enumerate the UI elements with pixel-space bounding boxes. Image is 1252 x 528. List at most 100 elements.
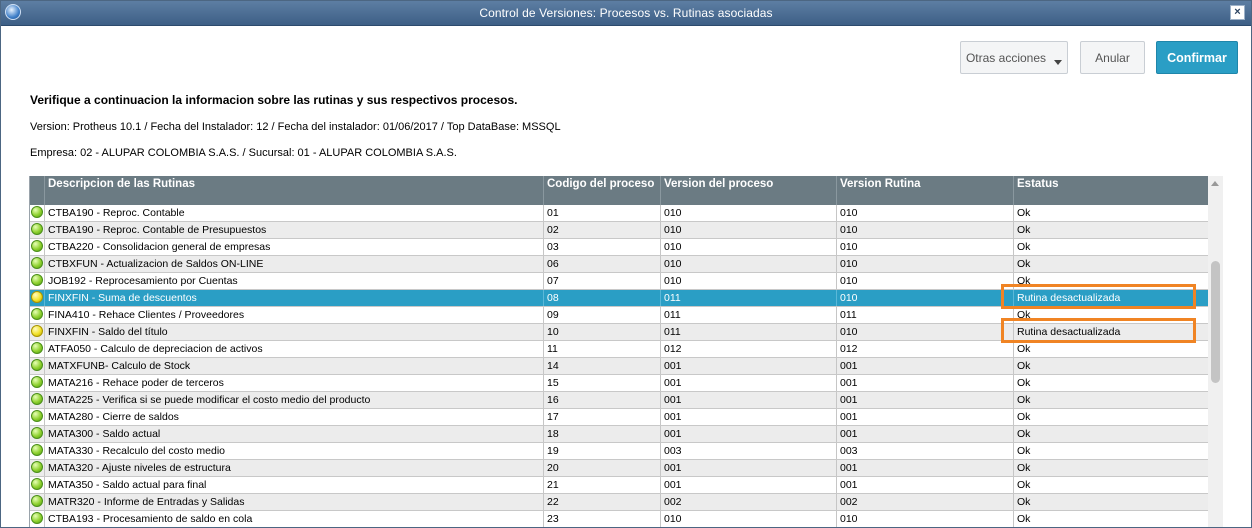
descripcion-cell: MATXFUNB- Calculo de Stock	[44, 358, 543, 374]
table-row[interactable]: MATR320 - Informe de Entradas y Salidas 2…	[30, 494, 1209, 511]
table-row[interactable]: CTBA190 - Reproc. Contable de Presupuest…	[30, 222, 1209, 239]
table-row[interactable]: MATA300 - Saldo actual 18 001 001 Ok	[30, 426, 1209, 443]
version-proceso-cell: 001	[660, 392, 836, 408]
green-status-dot-icon	[31, 393, 43, 405]
table-row[interactable]: MATA320 - Ajuste niveles de estructura 20…	[30, 460, 1209, 477]
status-cell	[30, 307, 44, 323]
table-row[interactable]: MATA350 - Saldo actual para final 21 001 00…	[30, 477, 1209, 494]
descripcion-cell: MATA225 - Verifica si se puede modificar…	[44, 392, 543, 408]
estatus-cell: Ok	[1013, 426, 1209, 442]
header-estatus[interactable]: Estatus	[1013, 176, 1209, 205]
descripcion-cell: CTBA190 - Reproc. Contable	[44, 205, 543, 221]
version-rutina-cell: 010	[836, 239, 1013, 255]
codigo-cell: 11	[543, 341, 660, 357]
table-row[interactable]: FINXFIN - Suma de descuentos 08 011 010 Ruti…	[30, 290, 1209, 307]
estatus-cell: Ok	[1013, 375, 1209, 391]
codigo-cell: 21	[543, 477, 660, 493]
estatus-cell: Ok	[1013, 341, 1209, 357]
table-row[interactable]: CTBXFUN - Actualizacion de Saldos ON-LIN…	[30, 256, 1209, 273]
green-status-dot-icon	[31, 240, 43, 252]
green-status-dot-icon	[31, 376, 43, 388]
status-cell	[30, 409, 44, 425]
version-rutina-cell: 003	[836, 443, 1013, 459]
vertical-scrollbar[interactable]	[1208, 176, 1223, 527]
estatus-cell: Ok	[1013, 222, 1209, 238]
status-cell	[30, 460, 44, 476]
status-cell	[30, 494, 44, 510]
table-row[interactable]: MATA225 - Verifica si se puede modificar…	[30, 392, 1209, 409]
header-status-icon-col[interactable]	[30, 176, 44, 205]
version-proceso-cell: 010	[660, 222, 836, 238]
descripcion-cell: MATA330 - Recalculo del costo medio	[44, 443, 543, 459]
descripcion-cell: FINXFIN - Suma de descuentos	[44, 290, 543, 306]
status-cell	[30, 443, 44, 459]
grid-body: CTBA190 - Reproc. Contable 01 010 010 Ok CTBA…	[30, 205, 1209, 527]
green-status-dot-icon	[31, 359, 43, 371]
version-rutina-cell: 010	[836, 205, 1013, 221]
window-title: Control de Versiones: Procesos vs. Rutin…	[479, 6, 773, 20]
descripcion-cell: MATA280 - Cierre de saldos	[44, 409, 543, 425]
estatus-cell: Ok	[1013, 409, 1209, 425]
codigo-cell: 22	[543, 494, 660, 510]
codigo-cell: 03	[543, 239, 660, 255]
green-status-dot-icon	[31, 444, 43, 456]
status-cell	[30, 511, 44, 527]
descripcion-cell: MATA350 - Saldo actual para final	[44, 477, 543, 493]
estatus-cell: Ok	[1013, 239, 1209, 255]
version-rutina-cell: 001	[836, 477, 1013, 493]
scroll-up-arrow-icon[interactable]	[1211, 181, 1219, 186]
header-codigo-proceso[interactable]: Codigo del proceso	[543, 176, 660, 205]
confirmar-button[interactable]: Confirmar	[1156, 41, 1238, 74]
version-proceso-cell: 001	[660, 460, 836, 476]
table-row[interactable]: CTBA193 - Procesamiento de saldo en cola…	[30, 511, 1209, 527]
status-cell	[30, 324, 44, 340]
version-rutina-cell: 011	[836, 307, 1013, 323]
codigo-cell: 06	[543, 256, 660, 272]
table-row[interactable]: JOB192 - Reprocesamiento por Cuentas 07 01…	[30, 273, 1209, 290]
status-cell	[30, 239, 44, 255]
descripcion-cell: CTBXFUN - Actualizacion de Saldos ON-LIN…	[44, 256, 543, 272]
version-proceso-cell: 011	[660, 307, 836, 323]
estatus-cell: Ok	[1013, 273, 1209, 289]
status-cell	[30, 205, 44, 221]
estatus-cell: Ok	[1013, 256, 1209, 272]
estatus-cell: Ok	[1013, 358, 1209, 374]
table-row[interactable]: FINA410 - Rehace Clientes / Proveedores 0…	[30, 307, 1209, 324]
company-info: Empresa: 02 - ALUPAR COLOMBIA S.A.S. / S…	[30, 147, 457, 159]
title-bar: Control de Versiones: Procesos vs. Rutin…	[1, 1, 1251, 26]
close-button[interactable]: ×	[1230, 5, 1245, 20]
version-rutina-cell: 010	[836, 290, 1013, 306]
table-row[interactable]: ATFA050 - Calculo de depreciacion de act…	[30, 341, 1209, 358]
codigo-cell: 15	[543, 375, 660, 391]
green-status-dot-icon	[31, 410, 43, 422]
estatus-cell: Ok	[1013, 392, 1209, 408]
codigo-cell: 17	[543, 409, 660, 425]
table-row[interactable]: CTBA190 - Reproc. Contable 01 010 010 Ok	[30, 205, 1209, 222]
anular-button[interactable]: Anular	[1080, 41, 1145, 74]
header-descripcion[interactable]: Descripcion de las Rutinas	[44, 176, 543, 205]
table-row[interactable]: MATA330 - Recalculo del costo medio 19 003…	[30, 443, 1209, 460]
version-rutina-cell: 001	[836, 375, 1013, 391]
version-rutina-cell: 001	[836, 460, 1013, 476]
scrollbar-thumb[interactable]	[1211, 261, 1220, 383]
header-version-proceso[interactable]: Version del proceso	[660, 176, 836, 205]
version-proceso-cell: 002	[660, 494, 836, 510]
action-toolbar: Otras acciones Anular Confirmar	[1, 26, 1251, 86]
codigo-cell: 01	[543, 205, 660, 221]
version-proceso-cell: 010	[660, 273, 836, 289]
version-proceso-cell: 003	[660, 443, 836, 459]
version-proceso-cell: 001	[660, 375, 836, 391]
version-proceso-cell: 010	[660, 205, 836, 221]
descripcion-cell: FINA410 - Rehace Clientes / Proveedores	[44, 307, 543, 323]
status-cell	[30, 290, 44, 306]
table-row[interactable]: CTBA220 - Consolidacion general de empre…	[30, 239, 1209, 256]
table-row[interactable]: MATA280 - Cierre de saldos 17 001 001 Ok	[30, 409, 1209, 426]
header-version-rutina[interactable]: Version Rutina	[836, 176, 1013, 205]
table-row[interactable]: FINXFIN - Saldo del título 10 011 010 Rutina…	[30, 324, 1209, 341]
green-status-dot-icon	[31, 223, 43, 235]
table-row[interactable]: MATA216 - Rehace poder de terceros 15 001 0…	[30, 375, 1209, 392]
estatus-cell: Rutina desactualizada	[1013, 290, 1209, 306]
table-row[interactable]: MATXFUNB- Calculo de Stock 14 001 001 Ok	[30, 358, 1209, 375]
otras-acciones-button[interactable]: Otras acciones	[960, 41, 1068, 74]
yellow-status-dot-icon	[31, 325, 43, 337]
